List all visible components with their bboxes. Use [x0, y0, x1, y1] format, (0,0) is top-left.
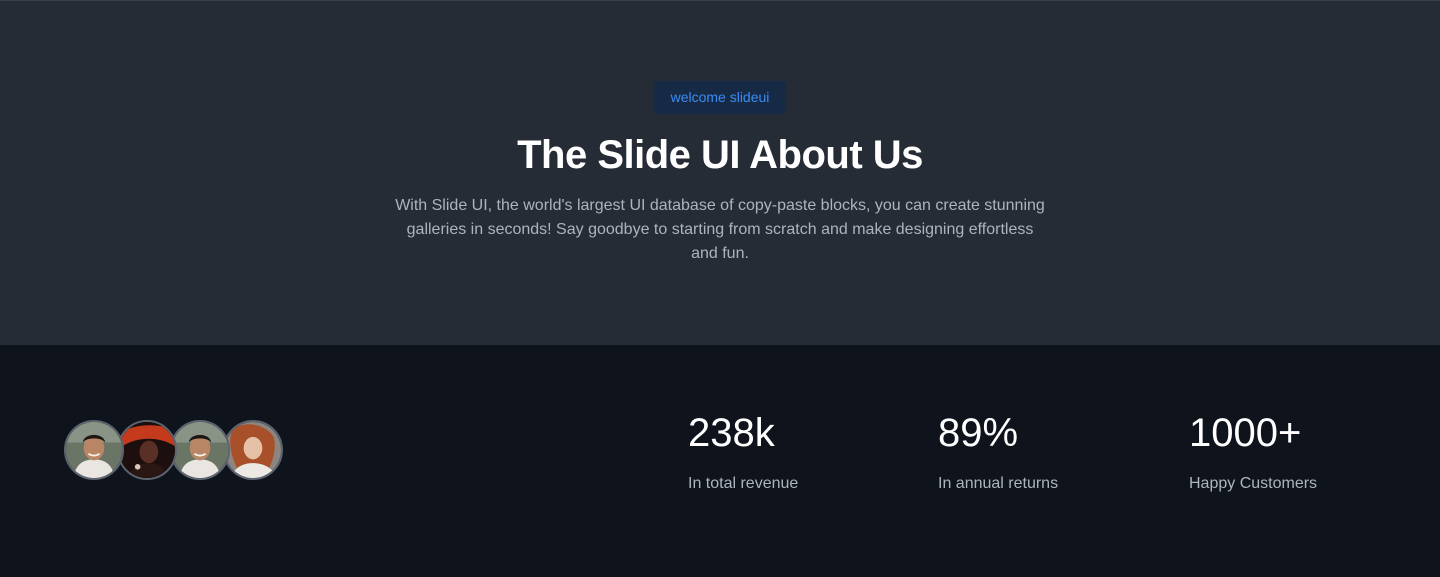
stat-label: In total revenue — [688, 475, 799, 492]
stat-returns: 89% In annual returns — [938, 405, 1058, 495]
man-photo-icon — [172, 422, 228, 478]
stats-section: 238k In total revenue 89% In annual retu… — [0, 345, 1440, 577]
about-page: welcome slideui The Slide UI About Us Wi… — [0, 0, 1440, 577]
stat-value: 238k — [688, 411, 775, 455]
page-title: The Slide UI About Us — [517, 133, 923, 177]
avatar — [64, 420, 124, 480]
avatar — [170, 420, 230, 480]
hero-section: welcome slideui The Slide UI About Us Wi… — [0, 0, 1440, 345]
woman-auburn-photo-icon — [225, 422, 281, 478]
stat-label: Happy Customers — [1189, 475, 1318, 492]
woman-red-photo-icon — [119, 422, 175, 478]
welcome-badge: welcome slideui — [654, 81, 786, 114]
stat-value: 1000+ — [1189, 411, 1302, 455]
stat-revenue: 238k In total revenue — [688, 405, 798, 495]
man-photo-icon — [66, 422, 122, 478]
stat-label: In annual returns — [938, 475, 1059, 492]
stat-customers: 1000+ Happy Customers — [1189, 405, 1317, 495]
avatar — [223, 420, 283, 480]
stat-value: 89% — [938, 411, 1019, 455]
avatar — [117, 420, 177, 480]
hero-description: With Slide UI, the world's largest UI da… — [395, 197, 1045, 262]
